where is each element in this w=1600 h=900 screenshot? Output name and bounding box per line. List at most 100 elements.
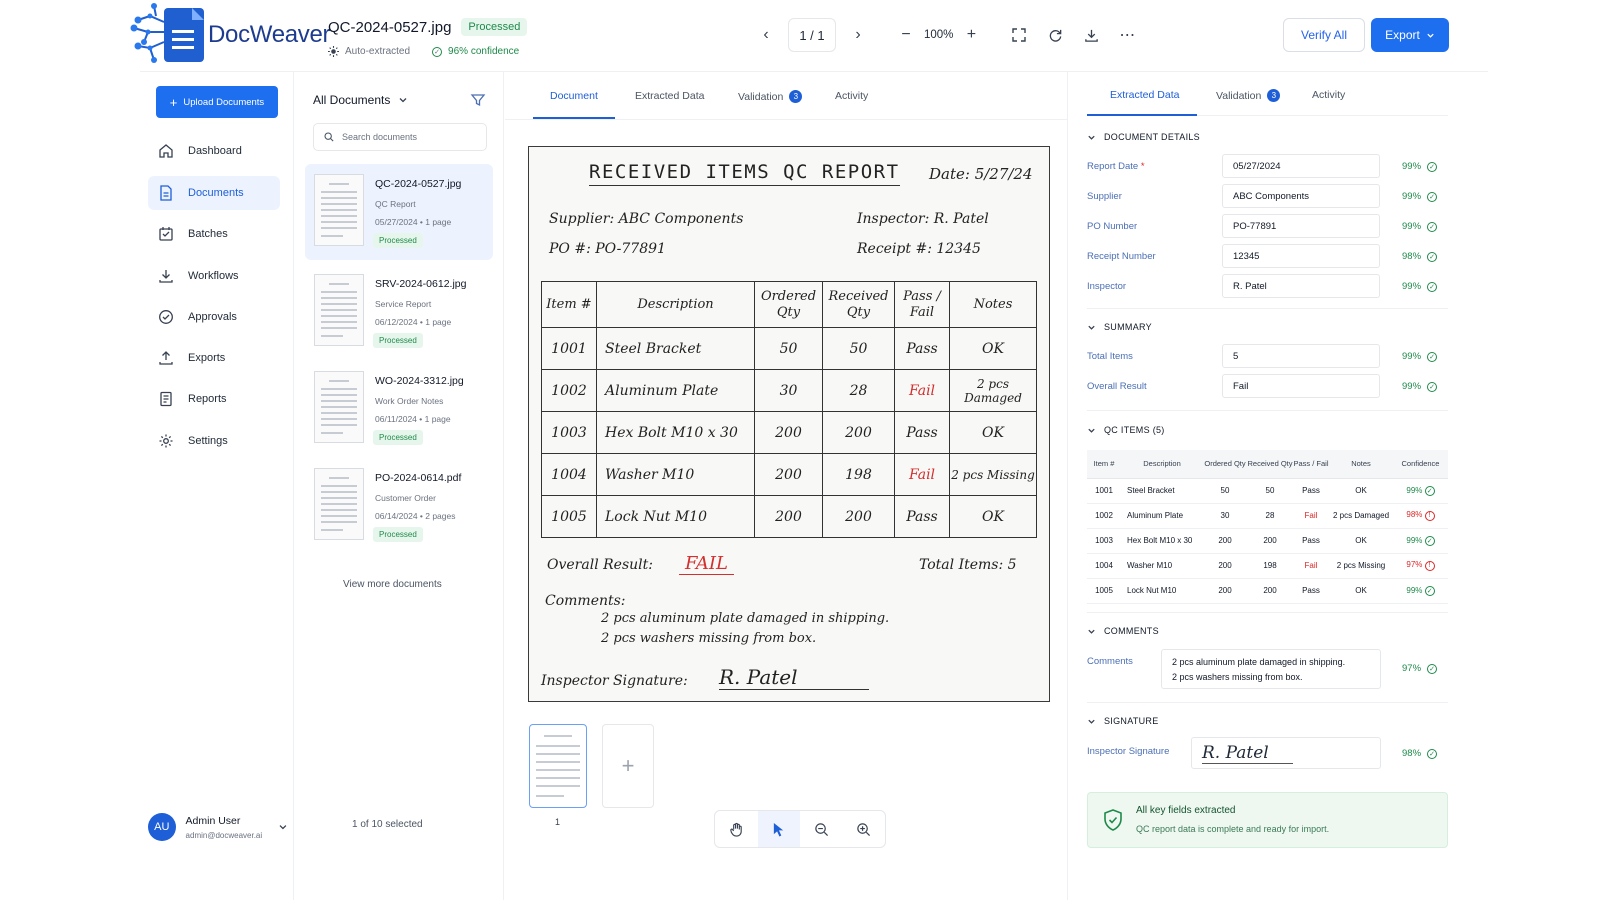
chevron-down-icon — [1088, 135, 1095, 140]
document-list-item[interactable]: WO-2024-3312.jpg Work Order Notes 06/11/… — [305, 361, 493, 457]
zoom-in-icon[interactable]: + — [957, 21, 985, 49]
zoom-out-magnifier-icon[interactable] — [800, 811, 843, 847]
zoom-out-icon[interactable]: − — [892, 21, 920, 49]
document-list-item[interactable]: SRV-2024-0612.jpg Service Report 06/12/2… — [305, 264, 493, 360]
table-cell-confidence: 98% ! — [1393, 503, 1448, 529]
sidebar-item-approvals[interactable]: Approvals — [148, 300, 280, 334]
sidebar-item-exports[interactable]: Exports — [148, 341, 280, 375]
field-label-comments: Comments — [1087, 656, 1133, 667]
sidebar-item-settings[interactable]: Settings — [148, 424, 280, 458]
active-tab-indicator — [533, 117, 615, 119]
document-meta: 05/27/2024 • 1 page — [375, 217, 452, 227]
document-meta: 06/14/2024 • 2 pages — [375, 511, 456, 521]
validation-count-badge: 3 — [1267, 89, 1281, 102]
receipt-number-field[interactable]: 12345 — [1222, 244, 1380, 268]
app-logo[interactable]: DocWeaver — [126, 2, 331, 68]
sidebar-item-label: Exports — [188, 352, 226, 364]
supplier-field[interactable]: ABC Components — [1222, 184, 1380, 208]
document-name: PO-2024-0614.pdf — [375, 472, 462, 484]
tab-validation-label: Validation — [1216, 89, 1262, 102]
document-icon — [160, 185, 172, 201]
check-circle-icon: ✓ — [1427, 748, 1438, 759]
po-number-field[interactable]: PO-77891 — [1222, 214, 1380, 238]
document-list-item[interactable]: PO-2024-0614.pdf Customer Order 06/14/20… — [305, 458, 493, 554]
previous-page-icon[interactable]: ‹ — [752, 21, 780, 49]
table-cell: 200 — [1203, 528, 1247, 554]
section-signature[interactable]: SIGNATURE — [1087, 716, 1159, 726]
add-page-button[interactable]: + — [602, 724, 654, 808]
table-row[interactable]: 1003 Hex Bolt M10 x 30 200 200 Pass OK 9… — [1087, 528, 1448, 554]
upload-documents-button[interactable]: + Upload Documents — [156, 86, 278, 118]
section-summary[interactable]: SUMMARY — [1087, 322, 1152, 332]
document-thumbnail — [314, 468, 364, 540]
table-row[interactable]: 1002 Aluminum Plate 30 28 Fail 2 pcs Dam… — [1087, 503, 1448, 529]
total-items-field[interactable]: 5 — [1222, 344, 1380, 368]
user-menu[interactable]: AU Admin User admin@docweaver.ai — [148, 810, 288, 844]
confidence-score: 98% ✓ — [1402, 748, 1438, 759]
page-thumbnail[interactable] — [529, 724, 587, 808]
field-label-report-date: Report Date * — [1087, 161, 1145, 172]
divider — [1087, 308, 1448, 309]
next-page-icon[interactable]: › — [844, 21, 872, 49]
overall-result-field[interactable]: Fail — [1222, 374, 1380, 398]
table-cell: 50 — [754, 327, 823, 370]
verify-all-button[interactable]: Verify All — [1283, 18, 1365, 52]
comments-field[interactable]: 2 pcs aluminum plate damaged in shipping… — [1161, 649, 1381, 689]
signature-field[interactable]: R. Patel — [1191, 737, 1381, 769]
table-cell: 1001 — [1087, 478, 1121, 504]
comment-line: 2 pcs washers missing from box. — [601, 631, 817, 646]
table-row[interactable]: 1004 Washer M10 200 198 Fail 2 pcs Missi… — [1087, 553, 1448, 579]
fullscreen-icon[interactable] — [1005, 21, 1033, 49]
inspector-field[interactable]: R. Patel — [1222, 274, 1380, 298]
download-icon[interactable] — [1077, 21, 1105, 49]
search-input[interactable]: Search documents — [313, 123, 487, 151]
report-receipt: Receipt #: 12345 — [857, 241, 981, 257]
report-date-field[interactable]: 05/27/2024 — [1222, 154, 1380, 178]
tab-activity[interactable]: Activity — [835, 90, 868, 102]
tab-extracted-data[interactable]: Extracted Data — [635, 90, 704, 102]
tab-activity[interactable]: Activity — [1312, 89, 1345, 101]
rotate-icon[interactable] — [1041, 21, 1069, 49]
section-document-details[interactable]: DOCUMENT DETAILS — [1087, 132, 1200, 142]
document-info: QC-2024-0527.jpg Processed Auto-extracte… — [328, 18, 528, 57]
viewer-tabs: Document Extracted Data Validation 3 Act… — [505, 72, 1068, 120]
confidence-score: 99% ✓ — [1402, 191, 1438, 202]
tab-validation[interactable]: Validation 3 — [1216, 89, 1281, 102]
document-filter-dropdown[interactable]: All Documents — [313, 93, 408, 107]
sidebar-item-documents[interactable]: Documents — [148, 176, 280, 210]
section-comments[interactable]: COMMENTS — [1087, 626, 1159, 636]
table-row[interactable]: 1001 Steel Bracket 50 50 Pass OK 99% ✓ — [1087, 478, 1448, 504]
page-indicator[interactable]: 1 / 1 — [788, 18, 836, 52]
table-header: Pass / Fail — [1293, 450, 1329, 479]
filter-icon[interactable] — [470, 92, 486, 108]
field-label-inspector-signature: Inspector Signature — [1087, 746, 1170, 757]
section-qc-items[interactable]: QC ITEMS (5) — [1087, 425, 1165, 435]
chevron-down-icon — [1427, 33, 1434, 38]
table-cell-confidence: 99% ✓ — [1393, 478, 1448, 504]
tab-validation[interactable]: Validation 3 — [738, 90, 803, 103]
pointer-cursor-icon[interactable] — [757, 811, 800, 847]
pan-hand-icon[interactable] — [715, 811, 758, 847]
sidebar-item-dashboard[interactable]: Dashboard — [148, 134, 280, 168]
zoom-in-magnifier-icon[interactable] — [843, 811, 886, 847]
table-row: 1003 Hex Bolt M10 x 30 200 200 Pass OK — [541, 411, 1037, 454]
sidebar-item-reports[interactable]: Reports — [148, 382, 280, 416]
document-list-item[interactable]: QC-2024-0527.jpg QC Report 05/27/2024 • … — [305, 164, 493, 260]
more-options-icon[interactable]: ⋯ — [1113, 21, 1141, 49]
sidebar-item-batches[interactable]: Batches — [148, 217, 280, 251]
tab-extracted-data[interactable]: Extracted Data — [1110, 89, 1179, 101]
section-title: QC ITEMS (5) — [1104, 425, 1165, 435]
extraction-mode: Auto-extracted — [345, 46, 411, 57]
export-button[interactable]: Export — [1371, 18, 1449, 52]
field-label-supplier: Supplier — [1087, 191, 1122, 202]
table-header: Ordered Qty — [754, 281, 823, 328]
confidence-score: 97% ✓ — [1402, 663, 1438, 674]
sidebar-item-workflows[interactable]: Workflows — [148, 259, 280, 293]
table-header: Received Qty — [822, 281, 895, 328]
table-cell: 200 — [754, 411, 823, 454]
warning-circle-icon: ! — [1424, 560, 1435, 571]
viewer-controls: ‹ 1 / 1 › − 100% + ⋯ — [752, 16, 1141, 54]
table-row[interactable]: 1005 Lock Nut M10 200 200 Pass OK 99% ✓ — [1087, 578, 1448, 604]
view-more-documents-link[interactable]: View more documents — [343, 579, 442, 590]
tab-document[interactable]: Document — [550, 90, 598, 102]
